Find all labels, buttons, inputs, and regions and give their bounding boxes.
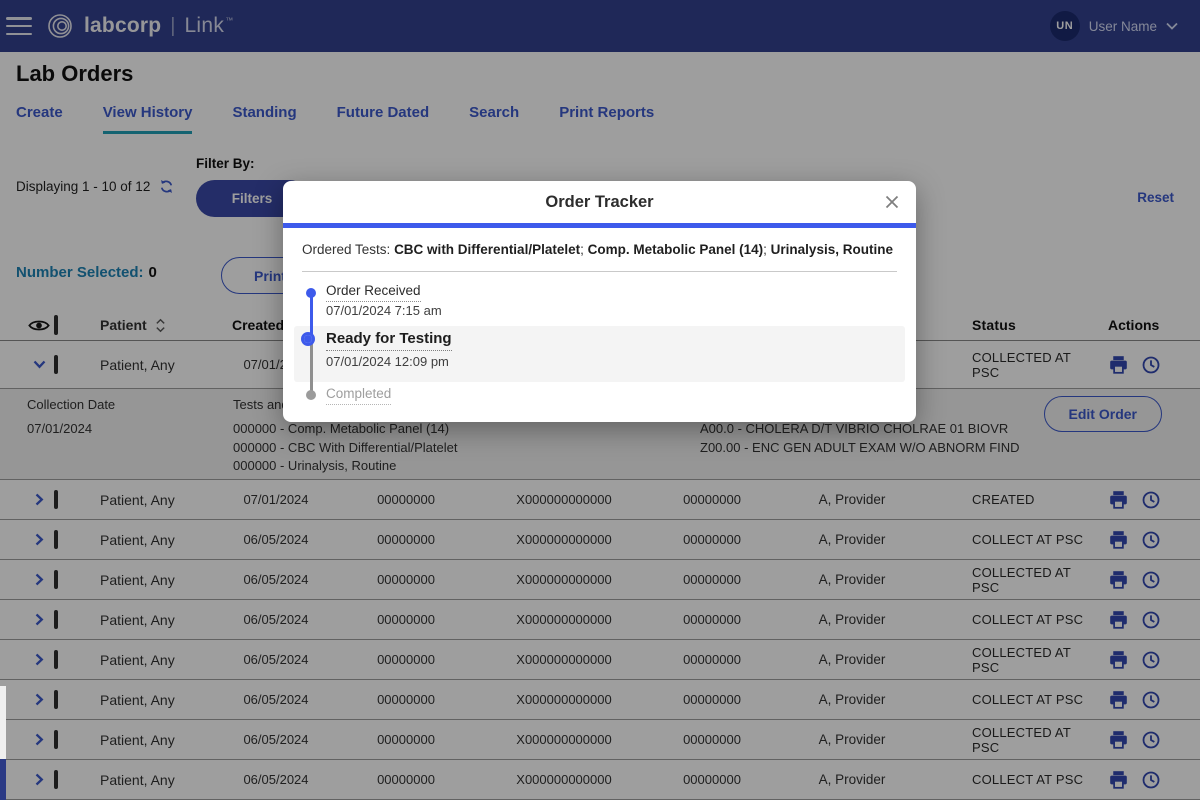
stage-dot-done xyxy=(306,288,316,298)
order-tracker-modal: Order Tracker Ordered Tests: CBC with Di… xyxy=(283,181,916,422)
left-edge-strip-white xyxy=(0,686,6,759)
timeline-connector-pending xyxy=(310,342,313,395)
left-edge-strip-blue xyxy=(0,759,6,800)
modal-divider xyxy=(302,271,897,272)
order-status-timeline: Order Received 07/01/2024 7:15 am Ready … xyxy=(302,282,897,416)
stage-label-order-received[interactable]: Order Received xyxy=(326,283,421,302)
stage-dot-current xyxy=(301,332,315,346)
stage-timestamp: 07/01/2024 12:09 pm xyxy=(326,354,449,369)
close-icon[interactable] xyxy=(884,194,900,210)
ordered-test: Urinalysis, Routine xyxy=(771,242,893,257)
stage-label-completed[interactable]: Completed xyxy=(326,386,391,405)
ordered-tests-line: Ordered Tests: CBC with Differential/Pla… xyxy=(302,241,897,259)
stage-timestamp: 07/01/2024 7:15 am xyxy=(326,303,442,318)
stage-dot-pending xyxy=(306,390,316,400)
modal-accent-bar xyxy=(283,223,916,228)
ordered-test: CBC with Differential/Platelet xyxy=(394,242,580,257)
ordered-test: Comp. Metabolic Panel (14) xyxy=(588,242,764,257)
ordered-tests-label: Ordered Tests: xyxy=(302,242,390,257)
stage-label-ready-for-testing[interactable]: Ready for Testing xyxy=(326,330,452,351)
modal-title: Order Tracker xyxy=(283,181,916,223)
